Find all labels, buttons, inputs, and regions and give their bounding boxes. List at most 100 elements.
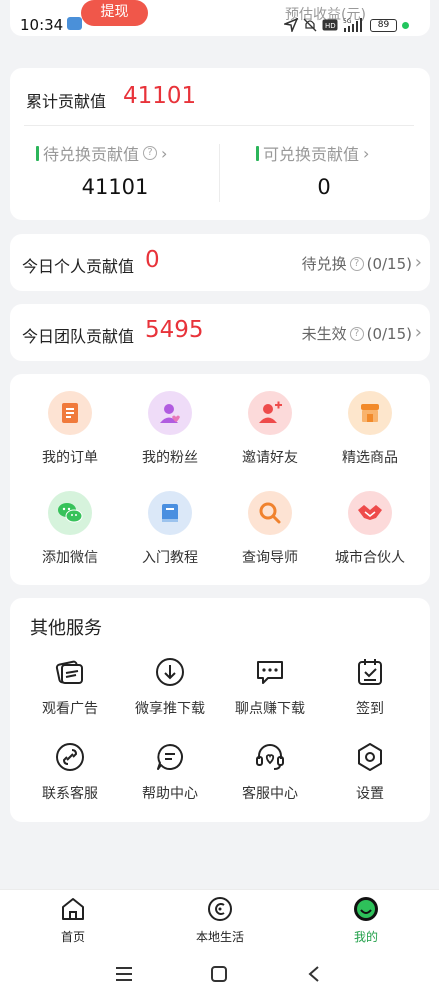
status-dot (402, 21, 409, 29)
tab-label: 本地生活 (195, 930, 244, 944)
contribution-card: 累计贡献值 41101 待兑换贡献值 ? › 可兑换贡献值 › 41101 0 (10, 68, 430, 220)
service-label: 微享推下载 (135, 701, 205, 717)
grid-item-add-wechat[interactable]: 添加微信 (25, 491, 115, 567)
tab-local-life[interactable]: 本地生活 (175, 894, 265, 945)
help-chat-icon (152, 739, 188, 775)
service-label: 联系客服 (42, 786, 98, 802)
green-marker (256, 145, 259, 161)
grid-item-tutorial[interactable]: 入门教程 (125, 491, 215, 567)
personal-today-row[interactable]: 今日个人贡献值 0 待兑换 ? (0/15) › (10, 234, 430, 291)
order-icon (48, 391, 92, 435)
invite-icon (248, 391, 292, 435)
green-marker (36, 145, 39, 161)
fans-icon (148, 391, 192, 435)
network-type: 5G (343, 18, 352, 25)
personal-status-text: 待兑换 (301, 255, 347, 273)
service-label: 观看广告 (42, 701, 98, 717)
section-title: 其他服务 (30, 618, 102, 639)
mute-bell-icon (303, 18, 317, 32)
service-customer-center[interactable]: 客服中心 (220, 739, 320, 803)
team-today-row[interactable]: 今日团队贡献值 5495 未生效 ? (0/15) › (10, 304, 430, 361)
headset-icon (252, 739, 288, 775)
battery-icon: 89 (370, 18, 397, 32)
grid-label: 我的订单 (42, 450, 98, 466)
grid-label: 精选商品 (342, 450, 398, 466)
book-icon (148, 491, 192, 535)
service-watch-ads[interactable]: 观看广告 (20, 654, 120, 718)
signal-icon: 5G (343, 18, 362, 32)
grid-label: 城市合伙人 (335, 550, 405, 566)
download-icon (152, 654, 188, 690)
team-progress-text: (0/15) (366, 324, 412, 343)
ad-cards-icon (52, 654, 88, 690)
question-icon[interactable]: ? (349, 326, 364, 341)
other-services-card: 其他服务 观看广告 微享推下载 聊点赚下载 签到 联系客服 帮助中心 客服中心 … (10, 598, 430, 822)
tab-mine[interactable]: 我的 (321, 894, 411, 945)
grid-label: 入门教程 (142, 550, 198, 566)
clock: 10:34 (20, 16, 64, 34)
home-square-icon[interactable] (207, 962, 231, 986)
service-label: 帮助中心 (142, 786, 198, 802)
link-icon (52, 739, 88, 775)
wechat-icon (48, 491, 92, 535)
grid-item-my-fans[interactable]: 我的粉丝 (125, 391, 215, 467)
question-icon[interactable]: ? (143, 146, 158, 160)
team-today-label: 今日团队贡献值 (22, 327, 135, 346)
personal-today-label: 今日个人贡献值 (22, 257, 135, 276)
chevron-right-icon: › (414, 322, 422, 343)
search-icon (248, 491, 292, 535)
team-today-value: 5495 (145, 317, 204, 343)
message-notification-icon (67, 17, 82, 30)
svg-text:HD: HD (325, 22, 336, 30)
profile-icon (351, 894, 381, 924)
bottom-tab-bar: 首页 本地生活 我的 (0, 889, 439, 947)
service-liaodianzhuan-download[interactable]: 聊点赚下载 (220, 654, 320, 718)
service-label: 签到 (356, 701, 384, 717)
grid-item-featured-goods[interactable]: 精选商品 (325, 391, 415, 467)
chevron-right-icon: › (363, 143, 370, 163)
service-check-in[interactable]: 签到 (320, 654, 420, 718)
personal-progress-text: (0/15) (366, 254, 412, 273)
system-nav-bar (0, 947, 439, 1000)
settings-hex-icon (352, 739, 388, 775)
grid-item-my-orders[interactable]: 我的订单 (25, 391, 115, 467)
tab-label: 我的 (353, 930, 378, 944)
grid-item-invite-friends[interactable]: 邀请好友 (225, 391, 315, 467)
chevron-right-icon: › (161, 143, 168, 163)
service-label: 设置 (356, 786, 384, 802)
personal-today-status: 待兑换 ? (0/15) (302, 253, 412, 274)
menu-icon[interactable] (112, 962, 136, 986)
withdraw-button[interactable]: 提现 (81, 0, 148, 26)
home-icon (58, 894, 88, 924)
divider (24, 125, 414, 126)
pending-contribution-link[interactable]: 待兑换贡献值 ? › (36, 141, 167, 165)
checkin-icon (352, 654, 388, 690)
hd-icon: HD (322, 19, 338, 31)
available-contribution-label: 可兑换贡献值 (263, 145, 360, 164)
service-label: 客服中心 (242, 786, 298, 802)
available-contribution-value: 0 (317, 175, 331, 199)
available-contribution-link[interactable]: 可兑换贡献值 › (256, 141, 369, 165)
team-today-status: 未生效 ? (0/15) (302, 323, 412, 344)
service-help-center[interactable]: 帮助中心 (120, 739, 220, 803)
total-contribution-label: 累计贡献值 (26, 92, 107, 111)
total-contribution-value: 41101 (123, 83, 197, 109)
status-bar: 10:34 ••• 提现 预估收益(元) HD 5G 89 (0, 0, 439, 38)
location-icon (284, 18, 298, 32)
vertical-divider (219, 144, 220, 202)
team-status-text: 未生效 (301, 325, 347, 343)
pending-contribution-value: 41101 (81, 175, 149, 199)
chat-icon (252, 654, 288, 690)
grid-label: 邀请好友 (242, 450, 298, 466)
question-icon[interactable]: ? (349, 256, 364, 271)
grid-item-city-partner[interactable]: 城市合伙人 (325, 491, 415, 567)
handshake-icon (348, 491, 392, 535)
grid-label: 我的粉丝 (142, 450, 198, 466)
service-weixiangtui-download[interactable]: 微享推下载 (120, 654, 220, 718)
service-settings[interactable]: 设置 (320, 739, 420, 803)
grid-label: 添加微信 (42, 550, 98, 566)
tab-home[interactable]: 首页 (28, 894, 118, 945)
back-icon[interactable] (302, 962, 326, 986)
grid-item-find-mentor[interactable]: 查询导师 (225, 491, 315, 567)
service-contact-support[interactable]: 联系客服 (20, 739, 120, 803)
